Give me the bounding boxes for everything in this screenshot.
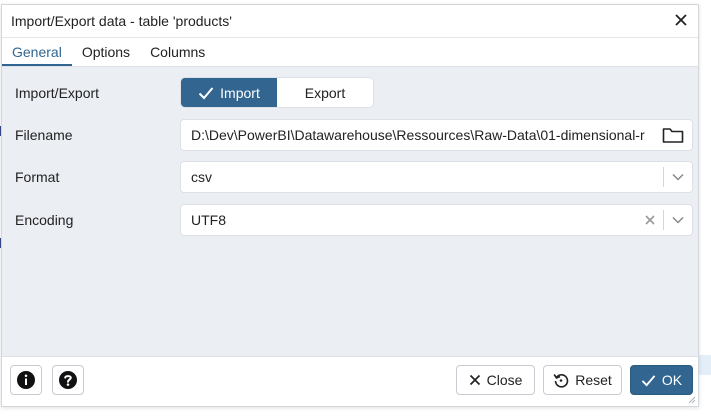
close-icon[interactable] [673,12,689,28]
background-strip [699,355,711,375]
format-select[interactable]: csv [180,161,693,193]
check-icon [641,374,656,387]
format-value: csv [191,169,212,185]
info-button[interactable] [10,365,42,395]
encoding-value: UTF8 [191,212,226,228]
tab-bar: General Options Columns [2,37,698,67]
tab-columns[interactable]: Columns [140,38,215,66]
help-button[interactable] [52,365,84,395]
filename-label: Filename [15,127,73,143]
chevron-down-icon[interactable] [664,216,692,224]
general-panel: Import/Export Import Export Filename D:\… [2,67,698,359]
close-icon [469,374,480,386]
close-button-label: Close [486,372,523,388]
import-toggle-button[interactable]: Import [181,78,277,107]
import-label: Import [220,84,260,101]
import-export-dialog: Import/Export data - table 'products' Ge… [1,4,699,407]
check-icon [198,86,214,99]
tab-options[interactable]: Options [72,38,140,66]
import-export-toggle: Import Export [180,77,374,108]
filename-value: D:\Dev\PowerBI\Datawarehouse\Ressources\… [191,127,645,143]
resize-handle-icon[interactable] [688,396,696,404]
close-button[interactable]: Close [456,365,535,395]
ok-button-label: OK [661,372,683,388]
encoding-select[interactable]: UTF8 [180,204,693,236]
export-toggle-button[interactable]: Export [277,78,373,107]
encoding-label: Encoding [15,212,74,228]
folder-icon[interactable] [662,126,684,144]
dialog-title: Import/Export data - table 'products' [11,13,232,29]
clear-icon[interactable] [637,215,663,225]
filename-field[interactable]: D:\Dev\PowerBI\Datawarehouse\Ressources\… [180,119,693,151]
chevron-down-icon[interactable] [664,173,692,181]
dialog-footer: Close Reset OK [2,356,698,406]
reset-button[interactable]: Reset [543,365,622,395]
reset-icon [553,374,569,388]
export-label: Export [304,84,346,101]
info-icon [17,371,35,389]
help-icon [59,371,77,389]
ok-button[interactable]: OK [630,365,693,395]
format-label: Format [15,169,60,185]
reset-button-label: Reset [575,372,612,388]
import-export-label: Import/Export [15,85,100,101]
dialog-titlebar: Import/Export data - table 'products' [2,5,698,37]
tab-general[interactable]: General [2,38,72,66]
